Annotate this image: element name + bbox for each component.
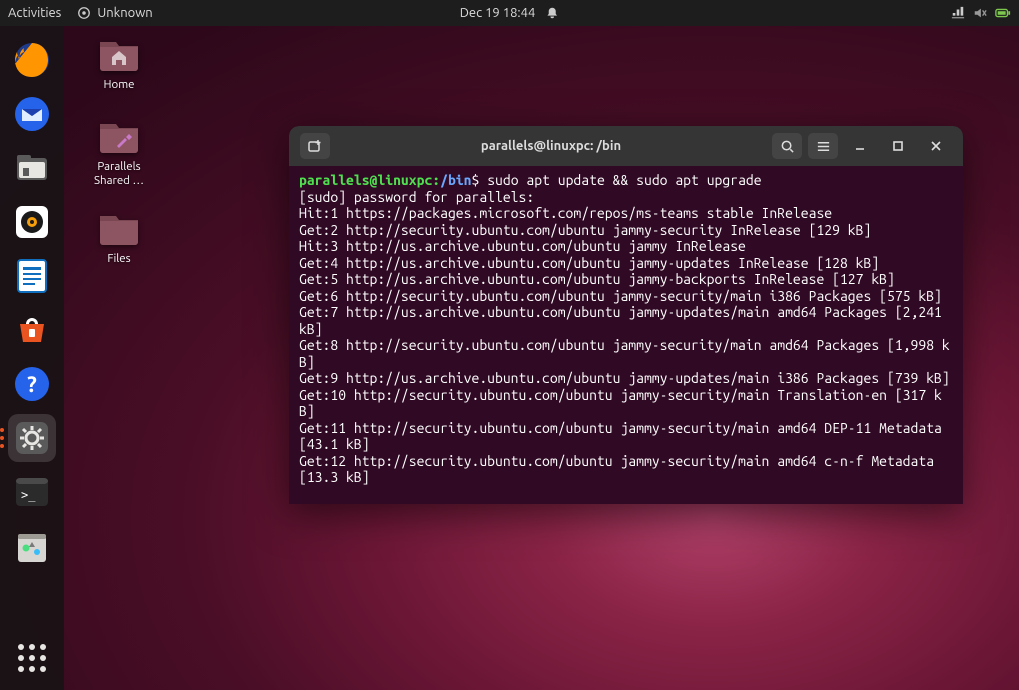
new-tab-icon (307, 138, 323, 154)
new-tab-button[interactable] (300, 133, 330, 159)
unknown-app-icon (77, 6, 91, 20)
desktop-files-label: Files (84, 252, 154, 266)
close-button[interactable] (920, 133, 952, 159)
desktop: Home Parallels Shared … Files parallels@… (64, 26, 1019, 690)
desktop-files[interactable]: Files (84, 206, 154, 266)
thunderbird-icon (12, 94, 52, 134)
notification-bell-icon[interactable] (545, 6, 559, 20)
network-icon[interactable] (951, 6, 965, 20)
dock-apps[interactable] (8, 634, 56, 682)
trash-icon (12, 526, 52, 566)
terminal-icon: >_ (12, 472, 52, 512)
prompt-path: /bin (440, 172, 471, 188)
desktop-parallels[interactable]: Parallels Shared … (84, 114, 154, 188)
help-icon: ? (12, 364, 52, 404)
dock-thunderbird[interactable] (8, 90, 56, 138)
svg-text:>_: >_ (21, 488, 36, 502)
top-panel: Activities Unknown Dec 19 18:44 (0, 0, 1019, 26)
dock-firefox[interactable] (8, 36, 56, 84)
terminal-body[interactable]: parallels@linuxpc:/bin$ sudo apt update … (289, 166, 963, 504)
shared-folder-icon (97, 114, 141, 154)
activities-button[interactable]: Activities (8, 6, 61, 20)
prompt-user: parallels@linuxpc (299, 172, 432, 188)
dock-files[interactable] (8, 144, 56, 192)
minimize-button[interactable] (844, 133, 876, 159)
terminal-title: parallels@linuxpc: /bin (333, 139, 769, 153)
apps-grid-icon (15, 641, 49, 675)
desktop-home-label: Home (84, 78, 154, 92)
software-icon (12, 310, 52, 350)
terminal-command: sudo apt update && sudo apt upgrade (487, 172, 761, 188)
dock-software[interactable] (8, 306, 56, 354)
dock-terminal[interactable]: >_ (8, 468, 56, 516)
dock-libreoffice[interactable] (8, 252, 56, 300)
close-icon (930, 140, 942, 152)
maximize-button[interactable] (882, 133, 914, 159)
menu-button[interactable] (808, 133, 838, 159)
dock-rhythmbox[interactable] (8, 198, 56, 246)
dock-settings[interactable] (8, 414, 56, 462)
battery-icon[interactable] (995, 7, 1011, 19)
firefox-icon (12, 40, 52, 80)
hamburger-icon (816, 139, 831, 154)
home-folder-icon (97, 32, 141, 72)
files-icon (12, 148, 52, 188)
desktop-parallels-label: Parallels Shared … (84, 160, 154, 188)
terminal-output: [sudo] password for parallels: Hit:1 htt… (299, 189, 950, 486)
music-icon (12, 202, 52, 242)
minimize-icon (854, 140, 866, 152)
search-button[interactable] (772, 133, 802, 159)
writer-icon (12, 256, 52, 296)
svg-text:?: ? (27, 372, 37, 397)
volume-muted-icon[interactable] (973, 6, 987, 20)
terminal-window: parallels@linuxpc: /bin parallels@linuxp… (289, 126, 963, 504)
dock: ? >_ (0, 26, 64, 690)
gear-icon (12, 418, 52, 458)
search-icon (780, 139, 795, 154)
folder-icon (97, 206, 141, 246)
desktop-home[interactable]: Home (84, 32, 154, 92)
app-menu-label: Unknown (97, 6, 152, 20)
terminal-titlebar[interactable]: parallels@linuxpc: /bin (289, 126, 963, 166)
app-menu[interactable]: Unknown (77, 6, 152, 20)
clock[interactable]: Dec 19 18:44 (460, 6, 536, 20)
prompt-tail: $ (472, 172, 488, 188)
dock-help[interactable]: ? (8, 360, 56, 408)
dock-trash[interactable] (8, 522, 56, 570)
maximize-icon (892, 140, 904, 152)
